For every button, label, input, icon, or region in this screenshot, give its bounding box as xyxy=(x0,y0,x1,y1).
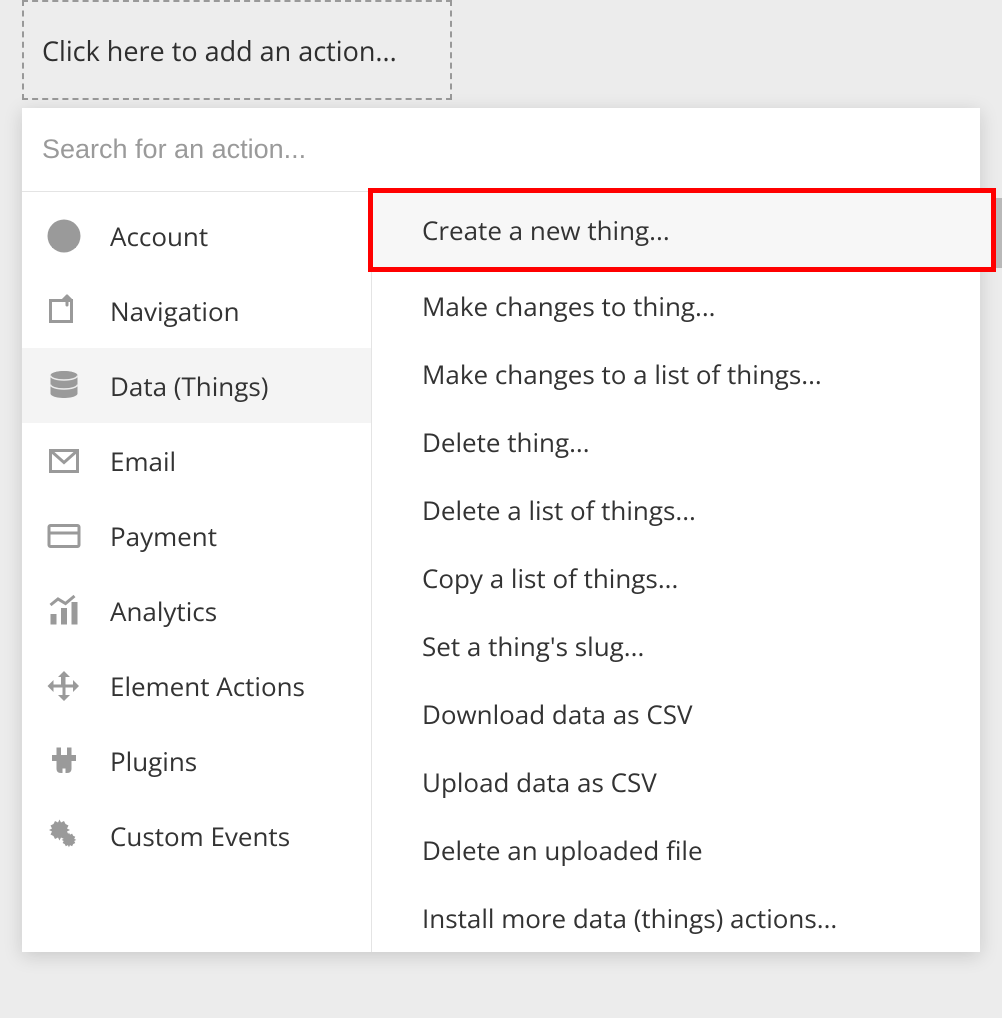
action-picker-panel: Account Navigation Data (Things) Email xyxy=(22,108,980,952)
action-copy-list[interactable]: Copy a list of things... xyxy=(372,544,980,612)
action-download-csv[interactable]: Download data as CSV xyxy=(372,680,980,748)
category-data-things[interactable]: Data (Things) xyxy=(22,348,371,423)
search-input[interactable] xyxy=(42,134,960,165)
action-label: Download data as CSV xyxy=(422,696,692,732)
add-action-placeholder-text: Click here to add an action... xyxy=(42,32,397,69)
action-delete-list[interactable]: Delete a list of things... xyxy=(372,476,980,544)
category-label: Element Actions xyxy=(110,668,305,704)
action-list: Create a new thing... Make changes to th… xyxy=(372,192,980,952)
category-label: Email xyxy=(110,443,176,479)
account-icon xyxy=(42,214,86,258)
category-payment[interactable]: Payment xyxy=(22,498,371,573)
action-delete-thing[interactable]: Delete thing... xyxy=(372,408,980,476)
search-row xyxy=(22,108,980,192)
category-navigation[interactable]: Navigation xyxy=(22,273,371,348)
action-label: Delete a list of things... xyxy=(422,492,696,528)
plugins-icon xyxy=(42,739,86,783)
category-label: Payment xyxy=(110,518,217,554)
category-label: Custom Events xyxy=(110,818,290,854)
action-label: Make changes to a list of things... xyxy=(422,356,822,392)
action-make-changes-list[interactable]: Make changes to a list of things... xyxy=(372,340,980,408)
action-set-slug[interactable]: Set a thing's slug... xyxy=(372,612,980,680)
navigation-icon xyxy=(42,289,86,333)
action-create-new-thing[interactable]: Create a new thing... xyxy=(368,188,996,272)
action-install-more[interactable]: Install more data (things) actions... xyxy=(372,884,980,952)
database-icon xyxy=(42,364,86,408)
add-action-placeholder-box[interactable]: Click here to add an action... xyxy=(22,0,452,100)
element-icon xyxy=(42,664,86,708)
action-label: Delete thing... xyxy=(422,424,590,460)
category-label: Plugins xyxy=(110,743,197,779)
action-label: Copy a list of things... xyxy=(422,560,678,596)
action-label: Upload data as CSV xyxy=(422,764,657,800)
action-label: Install more data (things) actions... xyxy=(422,900,837,936)
action-upload-csv[interactable]: Upload data as CSV xyxy=(372,748,980,816)
category-label: Analytics xyxy=(110,593,217,629)
analytics-icon xyxy=(42,589,86,633)
action-delete-uploaded-file[interactable]: Delete an uploaded file xyxy=(372,816,980,884)
category-element-actions[interactable]: Element Actions xyxy=(22,648,371,723)
action-label: Make changes to thing... xyxy=(422,288,716,324)
category-email[interactable]: Email xyxy=(22,423,371,498)
action-label: Set a thing's slug... xyxy=(422,628,644,664)
action-make-changes-thing[interactable]: Make changes to thing... xyxy=(372,272,980,340)
category-analytics[interactable]: Analytics xyxy=(22,573,371,648)
category-account[interactable]: Account xyxy=(22,198,371,273)
action-label: Create a new thing... xyxy=(422,212,670,248)
category-label: Navigation xyxy=(110,293,240,329)
payment-icon xyxy=(42,514,86,558)
category-label: Data (Things) xyxy=(110,368,268,404)
category-list: Account Navigation Data (Things) Email xyxy=(22,192,372,952)
category-custom-events[interactable]: Custom Events xyxy=(22,798,371,873)
email-icon xyxy=(42,439,86,483)
category-plugins[interactable]: Plugins xyxy=(22,723,371,798)
category-label: Account xyxy=(110,218,208,254)
action-label: Delete an uploaded file xyxy=(422,832,703,868)
gears-icon xyxy=(42,814,86,858)
picker-columns: Account Navigation Data (Things) Email xyxy=(22,192,980,952)
